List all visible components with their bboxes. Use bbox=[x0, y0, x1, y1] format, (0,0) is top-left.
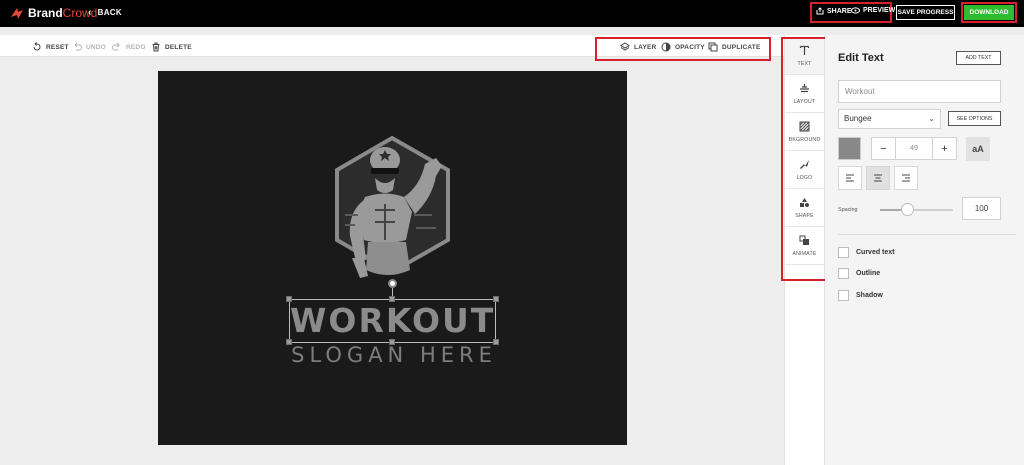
shadow-option[interactable]: Shadow bbox=[838, 290, 883, 301]
font-select[interactable]: Bungee ⌄ bbox=[838, 109, 941, 129]
resize-handle-tm[interactable] bbox=[389, 296, 395, 302]
curved-text-label: Curved text bbox=[856, 249, 895, 256]
resize-handle-br[interactable] bbox=[493, 339, 499, 345]
resize-handle-tl[interactable] bbox=[286, 296, 292, 302]
chevron-down-icon: ⌄ bbox=[928, 114, 935, 123]
outline-option[interactable]: Outline bbox=[838, 268, 880, 279]
shadow-checkbox[interactable] bbox=[838, 290, 849, 301]
curved-text-checkbox[interactable] bbox=[838, 247, 849, 258]
resize-handle-bm[interactable] bbox=[389, 339, 395, 345]
font-select-value: Bungee bbox=[844, 114, 872, 123]
outline-label: Outline bbox=[856, 270, 881, 277]
align-left-icon bbox=[846, 174, 854, 181]
curved-text-option[interactable]: Curved text bbox=[838, 247, 895, 258]
spacing-label: Spacing bbox=[838, 207, 858, 213]
text-content-input[interactable]: Workout bbox=[838, 80, 1001, 103]
shadow-label: Shadow bbox=[856, 292, 883, 299]
resize-handle-tr[interactable] bbox=[493, 296, 499, 302]
add-text-button[interactable]: ADD TEXT bbox=[956, 51, 1001, 65]
increase-size-button[interactable]: + bbox=[933, 138, 956, 159]
align-right-button[interactable] bbox=[894, 166, 918, 190]
resize-handle-bl[interactable] bbox=[286, 339, 292, 345]
decrease-size-button[interactable]: − bbox=[872, 138, 895, 159]
align-center-button[interactable] bbox=[866, 166, 890, 190]
panel-title: Edit Text bbox=[838, 52, 884, 64]
align-left-button[interactable] bbox=[838, 166, 862, 190]
align-right-icon bbox=[902, 174, 910, 181]
rotate-handle[interactable] bbox=[388, 279, 397, 288]
outline-checkbox[interactable] bbox=[838, 268, 849, 279]
slogan-text[interactable]: SLOGAN HERE bbox=[274, 343, 514, 367]
text-case-button[interactable]: aA bbox=[966, 137, 990, 161]
selection-box[interactable] bbox=[289, 299, 496, 343]
font-size-value[interactable]: 49 bbox=[895, 138, 933, 159]
tools-highlight bbox=[781, 37, 828, 281]
see-options-button[interactable]: SEE OPTIONS bbox=[948, 111, 1001, 126]
font-size-stepper: − 49 + bbox=[871, 137, 957, 160]
panel-divider bbox=[838, 234, 1016, 235]
spacing-input[interactable]: 100 bbox=[962, 197, 1001, 220]
align-center-icon bbox=[874, 174, 882, 181]
text-color-swatch[interactable] bbox=[838, 137, 861, 160]
